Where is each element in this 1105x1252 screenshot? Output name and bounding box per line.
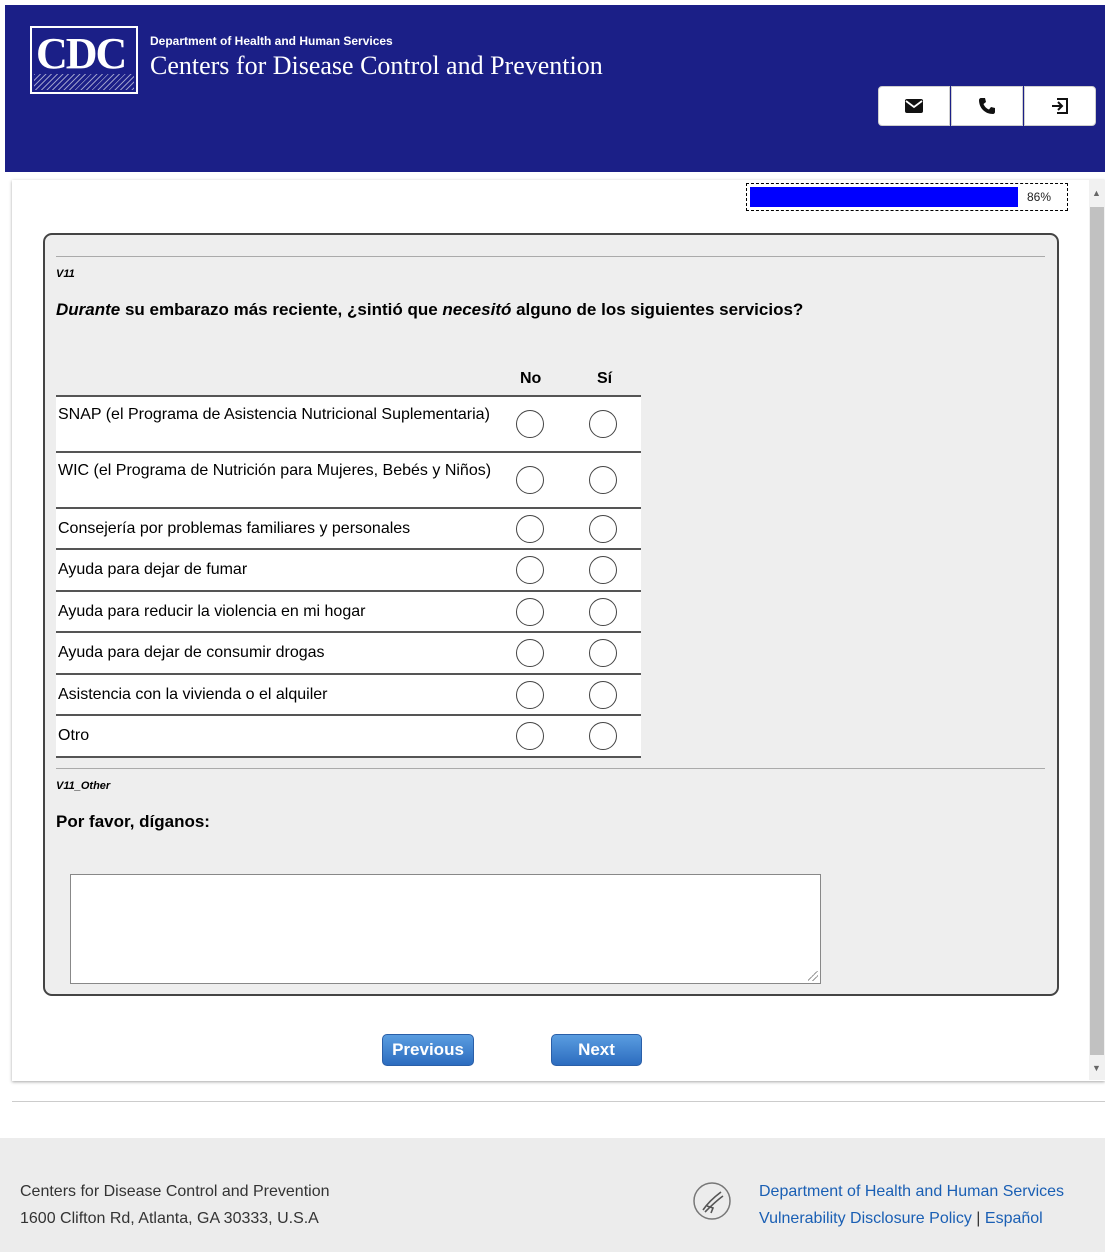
- matrix-row: Ayuda para dejar de consumir drogas: [56, 633, 641, 675]
- other-prompt: Por favor, díganos:: [56, 812, 210, 831]
- header-action-buttons: [878, 86, 1096, 126]
- question-text: Durante su embarazo más reciente, ¿sinti…: [56, 300, 803, 320]
- progress-fill: [750, 187, 1018, 207]
- radio-no[interactable]: [516, 466, 544, 494]
- matrix-row: Ayuda para reducir la violencia en mi ho…: [56, 592, 641, 633]
- vdp-link[interactable]: Vulnerability Disclosure Policy: [759, 1210, 972, 1227]
- matrix-row: Ayuda para dejar de fumar: [56, 550, 641, 592]
- radio-no[interactable]: [516, 681, 544, 709]
- radio-no[interactable]: [516, 515, 544, 543]
- phone-icon: [979, 98, 995, 114]
- radio-no[interactable]: [516, 556, 544, 584]
- matrix-row-label: Asistencia con la vivienda o el alquiler: [58, 686, 328, 703]
- matrix-row-label: Ayuda para reducir la violencia en mi ho…: [58, 603, 366, 620]
- hhs-logo-icon: [693, 1182, 731, 1220]
- exit-button[interactable]: [1024, 86, 1096, 126]
- scrollbar-thumb[interactable]: [1090, 207, 1104, 1055]
- footer-address-block: Centers for Disease Control and Preventi…: [20, 1178, 330, 1232]
- matrix-row: SNAP (el Programa de Asistencia Nutricio…: [56, 397, 641, 453]
- link-separator: |: [976, 1210, 981, 1227]
- radio-si[interactable]: [589, 598, 617, 626]
- radio-no[interactable]: [516, 639, 544, 667]
- other-question-id: V11_Other: [56, 780, 111, 792]
- question-text-mid: su embarazo más reciente, ¿sintió que: [120, 300, 443, 319]
- scroll-down-arrow-icon[interactable]: ▼: [1092, 1063, 1101, 1073]
- radio-si[interactable]: [589, 410, 617, 438]
- logo-text: CDC: [36, 29, 127, 78]
- radio-si[interactable]: [589, 722, 617, 750]
- envelope-icon: [905, 99, 923, 113]
- matrix-row: Asistencia con la vivienda o el alquiler: [56, 675, 641, 716]
- scroll-up-arrow-icon[interactable]: ▲: [1092, 188, 1101, 198]
- other-text-field[interactable]: [70, 874, 821, 984]
- matrix-row-label: Ayuda para dejar de fumar: [58, 561, 248, 578]
- radio-no[interactable]: [516, 722, 544, 750]
- matrix-row-label: SNAP (el Programa de Asistencia Nutricio…: [58, 406, 490, 423]
- divider: [56, 256, 1045, 257]
- resize-handle-icon[interactable]: [808, 971, 818, 981]
- agency-name: Centers for Disease Control and Preventi…: [150, 51, 603, 80]
- logo-hatch: [34, 74, 134, 90]
- matrix-row-label: Consejería por problemas familiares y pe…: [58, 520, 411, 537]
- matrix-row-label: WIC (el Programa de Nutrición para Mujer…: [58, 462, 492, 479]
- question-emphasis-1: Durante: [56, 300, 121, 319]
- progress-label: 86%: [1026, 190, 1051, 204]
- radio-si[interactable]: [589, 466, 617, 494]
- exit-icon: [1052, 98, 1068, 114]
- column-header-no: No: [520, 370, 542, 387]
- question-id: V11: [56, 268, 75, 280]
- question-emphasis-2: necesitó: [442, 300, 512, 319]
- divider: [56, 768, 1045, 769]
- hhs-link[interactable]: Department of Health and Human Services: [759, 1183, 1064, 1200]
- footer-org: Centers for Disease Control and Preventi…: [20, 1183, 330, 1200]
- matrix-row: WIC (el Programa de Nutrición para Mujer…: [56, 453, 641, 509]
- progress-bar: 86%: [746, 183, 1068, 211]
- matrix-row-label: Otro: [58, 727, 90, 744]
- next-button[interactable]: Next: [551, 1034, 642, 1066]
- footer-address: 1600 Clifton Rd, Atlanta, GA 30333, U.S.…: [20, 1210, 319, 1227]
- column-header-si: Sí: [597, 370, 613, 387]
- question-text-end: alguno de los siguientes servicios?: [511, 300, 804, 319]
- radio-si[interactable]: [589, 515, 617, 543]
- radio-si[interactable]: [589, 681, 617, 709]
- email-button[interactable]: [878, 86, 950, 126]
- previous-button[interactable]: Previous: [382, 1034, 474, 1066]
- radio-no[interactable]: [516, 410, 544, 438]
- radio-no[interactable]: [516, 598, 544, 626]
- matrix-row: Consejería por problemas familiares y pe…: [56, 509, 641, 550]
- radio-si[interactable]: [589, 556, 617, 584]
- cdc-logo: CDC: [30, 26, 138, 94]
- espanol-link[interactable]: Español: [985, 1210, 1043, 1227]
- department-name: Department of Health and Human Services: [150, 34, 393, 48]
- phone-button[interactable]: [951, 86, 1023, 126]
- matrix-row: Otro: [56, 716, 641, 758]
- footer-links: Department of Health and Human Services …: [759, 1178, 1064, 1232]
- footer-divider: [12, 1101, 1105, 1102]
- radio-si[interactable]: [589, 639, 617, 667]
- matrix-row-label: Ayuda para dejar de consumir drogas: [58, 644, 325, 661]
